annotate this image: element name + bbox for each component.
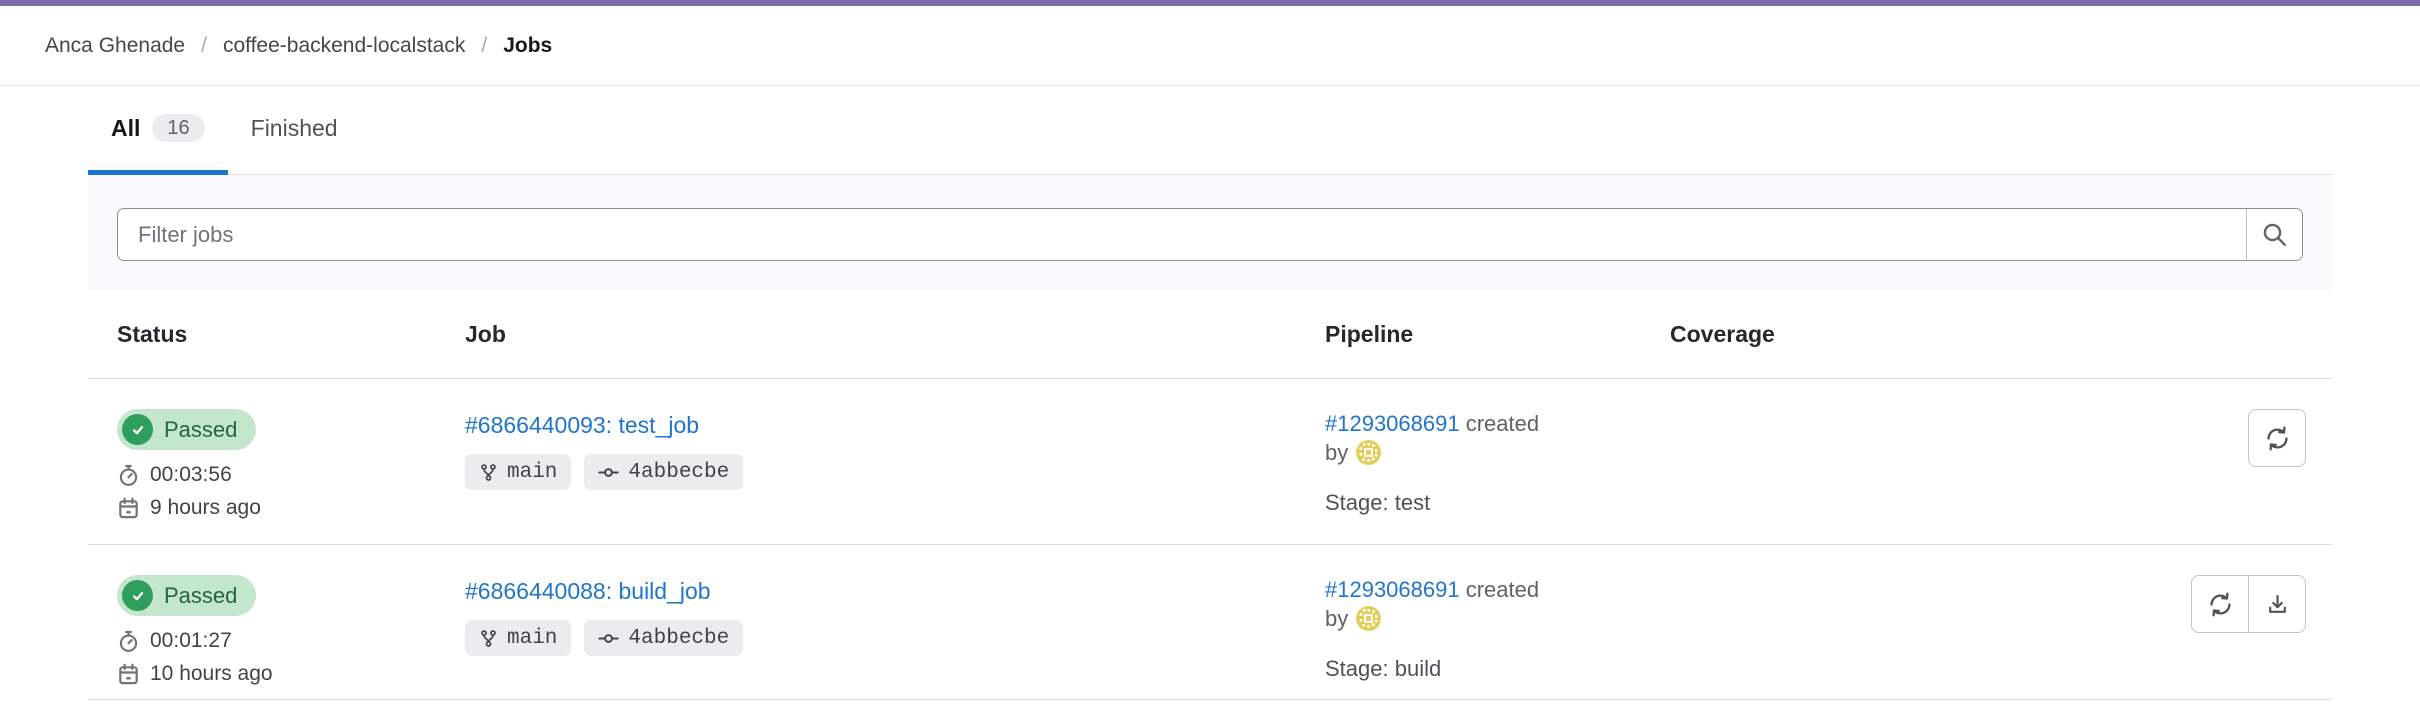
age-line: 9 hours ago <box>117 496 465 520</box>
breadcrumb-group-link[interactable]: Anca Ghenade <box>45 34 185 58</box>
breadcrumb: Anca Ghenade / coffee-backend-localstack… <box>0 6 2420 86</box>
job-duration: 00:03:56 <box>150 463 232 487</box>
branch-ref-pill[interactable]: main <box>465 620 571 656</box>
job-actions-group <box>2248 409 2306 467</box>
pipeline-created-text: created <box>1466 411 1539 436</box>
branch-name: main <box>507 461 557 484</box>
job-cell: #6866440093: test_job main <box>465 409 1325 544</box>
branch-icon <box>479 463 498 482</box>
all-count-badge: 16 <box>152 114 204 142</box>
pipeline-by-text: by <box>1325 604 1348 633</box>
tab-all[interactable]: All 16 <box>88 86 228 175</box>
status-check-icon <box>122 580 153 611</box>
job-row: Passed 00:03:56 <box>88 379 2332 545</box>
jobs-tabs: All 16 Finished <box>88 86 2332 175</box>
download-icon <box>2264 591 2291 618</box>
calendar-icon <box>117 663 140 686</box>
commit-sha: 4abbecbe <box>628 627 729 650</box>
actions-cell <box>2100 575 2332 699</box>
calendar-icon <box>117 497 140 520</box>
job-ref-pills: main 4abbecbe <box>465 454 1325 490</box>
pipeline-by-text: by <box>1325 438 1348 467</box>
column-header-job: Job <box>465 321 1325 348</box>
job-age: 10 hours ago <box>150 662 273 686</box>
branch-icon <box>479 629 498 648</box>
jobs-page-content: All 16 Finished Status Job Pipeline Cove… <box>0 86 2420 700</box>
pipeline-created-text: created <box>1466 577 1539 602</box>
pipeline-cell: #1293068691 created by <box>1325 575 1670 699</box>
job-row: Passed 00:01:27 <box>88 545 2332 700</box>
job-actions-group <box>2191 575 2306 633</box>
user-avatar[interactable] <box>1356 606 1381 631</box>
commit-sha: 4abbecbe <box>628 461 729 484</box>
branch-name: main <box>507 627 557 650</box>
duration-line: 00:01:27 <box>117 629 465 653</box>
pipeline-link[interactable]: #1293068691 <box>1325 411 1460 436</box>
pipeline-link[interactable]: #1293068691 <box>1325 577 1460 602</box>
actions-cell <box>2100 409 2332 544</box>
status-label: Passed <box>164 583 237 609</box>
stopwatch-icon <box>117 464 140 487</box>
job-link[interactable]: #6866440088: build_job <box>465 578 711 605</box>
breadcrumb-current-page: Jobs <box>503 34 552 58</box>
search-button[interactable] <box>2246 209 2302 260</box>
commit-icon <box>598 462 619 483</box>
retry-icon <box>2206 590 2235 619</box>
user-avatar[interactable] <box>1356 440 1381 465</box>
tab-finished[interactable]: Finished <box>228 86 361 175</box>
pipeline-by-line: by <box>1325 604 1670 633</box>
breadcrumb-separator: / <box>481 34 487 58</box>
commit-sha-pill[interactable]: 4abbecbe <box>584 620 743 656</box>
job-ref-pills: main 4abbecbe <box>465 620 1325 656</box>
retry-icon <box>2263 424 2292 453</box>
duration-line: 00:03:56 <box>117 463 465 487</box>
filter-bar <box>88 175 2332 291</box>
retry-job-button[interactable] <box>2248 409 2306 467</box>
retry-job-button[interactable] <box>2191 575 2249 633</box>
filter-jobs-input[interactable] <box>118 209 2246 260</box>
stage-label: Stage: test <box>1325 488 1670 517</box>
stopwatch-icon <box>117 630 140 653</box>
filter-input-group <box>117 208 2303 261</box>
age-line: 10 hours ago <box>117 662 465 686</box>
status-label: Passed <box>164 417 237 443</box>
job-age: 9 hours ago <box>150 496 261 520</box>
stage-label: Stage: build <box>1325 654 1670 683</box>
jobs-table-header: Status Job Pipeline Coverage <box>88 291 2332 379</box>
column-header-pipeline: Pipeline <box>1325 321 1670 348</box>
pipeline-line: #1293068691 created <box>1325 409 1670 438</box>
pipeline-line: #1293068691 created <box>1325 575 1670 604</box>
job-duration: 00:01:27 <box>150 629 232 653</box>
status-cell: Passed 00:03:56 <box>88 409 465 544</box>
tab-all-label: All <box>111 115 140 142</box>
status-badge[interactable]: Passed <box>117 575 256 616</box>
search-icon <box>2261 221 2288 248</box>
coverage-cell <box>1670 409 2100 544</box>
download-artifacts-button[interactable] <box>2248 575 2306 633</box>
breadcrumb-project-link[interactable]: coffee-backend-localstack <box>223 34 465 58</box>
branch-ref-pill[interactable]: main <box>465 454 571 490</box>
commit-icon <box>598 628 619 649</box>
column-header-coverage: Coverage <box>1670 321 2100 348</box>
coverage-cell <box>1670 575 2100 699</box>
job-link[interactable]: #6866440093: test_job <box>465 412 699 439</box>
status-badge[interactable]: Passed <box>117 409 256 450</box>
job-cell: #6866440088: build_job main <box>465 575 1325 699</box>
pipeline-cell: #1293068691 created by <box>1325 409 1670 544</box>
column-header-status: Status <box>88 321 465 348</box>
breadcrumb-separator: / <box>201 34 207 58</box>
pipeline-by-line: by <box>1325 438 1670 467</box>
commit-sha-pill[interactable]: 4abbecbe <box>584 454 743 490</box>
status-cell: Passed 00:01:27 <box>88 575 465 699</box>
status-check-icon <box>122 414 153 445</box>
